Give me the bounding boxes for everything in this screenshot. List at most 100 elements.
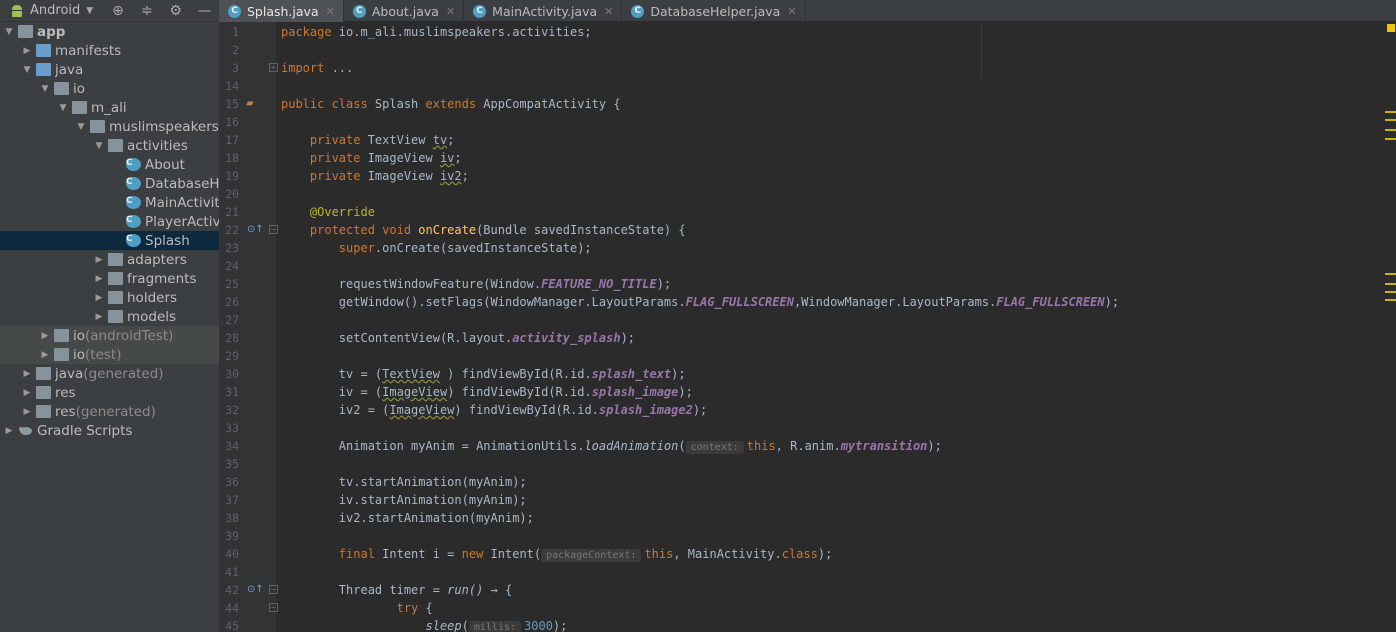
tree-node-manifests[interactable]: ▶ manifests bbox=[0, 41, 219, 60]
code-line[interactable]: iv = (ImageView) findViewById(R.id.splas… bbox=[281, 383, 693, 401]
code-line[interactable]: sleep(millis: 3000); bbox=[281, 617, 567, 632]
tree-node-java[interactable]: ▶ java (generated) bbox=[0, 364, 219, 383]
view-mode-dropdown[interactable]: Android ▼ bbox=[0, 0, 104, 22]
code-line[interactable]: requestWindowFeature(Window.FEATURE_NO_T… bbox=[281, 275, 671, 293]
warning-marker[interactable] bbox=[1385, 273, 1396, 275]
code-line[interactable]: setContentView(R.layout.activity_splash)… bbox=[281, 329, 635, 347]
collapse-arrow-icon[interactable]: ▶ bbox=[20, 402, 34, 421]
code-line[interactable]: try { bbox=[281, 599, 433, 617]
tree-node-app[interactable]: ▼ app bbox=[0, 22, 219, 41]
code-line[interactable]: package io.m_ali.muslimspeakers.activiti… bbox=[281, 23, 592, 41]
tree-node-splash[interactable]: C Splash bbox=[0, 231, 219, 250]
close-icon[interactable]: ✕ bbox=[326, 5, 335, 18]
collapse-arrow-icon[interactable]: ▶ bbox=[92, 250, 106, 269]
close-icon[interactable]: ✕ bbox=[787, 5, 796, 18]
code-line[interactable]: private TextView tv; bbox=[281, 131, 455, 149]
collapse-arrow-icon[interactable]: ▶ bbox=[92, 307, 106, 326]
expand-arrow-icon[interactable]: ▼ bbox=[20, 60, 34, 79]
code-line[interactable]: tv = (TextView ) findViewById(R.id.splas… bbox=[281, 365, 686, 383]
code-line[interactable]: protected void onCreate(Bundle savedInst… bbox=[281, 221, 686, 239]
tree-node-label: models bbox=[127, 308, 177, 325]
warning-marker[interactable] bbox=[1385, 119, 1396, 121]
collapse-arrow-icon[interactable]: ▶ bbox=[20, 383, 34, 402]
fold-expand-icon[interactable]: + bbox=[269, 63, 278, 72]
code-line[interactable]: Animation myAnim = AnimationUtils.loadAn… bbox=[281, 437, 942, 455]
android-icon[interactable]: ▰ bbox=[246, 95, 254, 113]
tree-node-mainactivit[interactable]: C MainActivit bbox=[0, 193, 219, 212]
warning-marker[interactable] bbox=[1385, 299, 1396, 301]
close-icon[interactable]: ✕ bbox=[604, 5, 613, 18]
tree-node-about[interactable]: C About bbox=[0, 155, 219, 174]
code-line[interactable]: private ImageView iv2; bbox=[281, 167, 469, 185]
fold-collapse-icon[interactable]: − bbox=[269, 225, 278, 234]
tab-about[interactable]: C About.java ✕ bbox=[344, 0, 465, 22]
override-icon[interactable]: ⊙↑ bbox=[247, 581, 264, 599]
line-number: 17 bbox=[225, 133, 239, 147]
tab-databasehelper[interactable]: C DatabaseHelper.java ✕ bbox=[622, 0, 806, 22]
minimize-icon[interactable]: — bbox=[190, 0, 219, 22]
expand-arrow-icon[interactable]: ▼ bbox=[74, 117, 88, 136]
code-line[interactable]: final Intent i = new Intent(packageConte… bbox=[281, 545, 832, 563]
collapse-arrow-icon[interactable]: ▶ bbox=[20, 41, 34, 60]
code-editor[interactable]: 1 2 3 +14 15 ▰ 16 17 18 19 20 21 22 ⊙↑ −23 24 25 26 27 28 29… bbox=[219, 22, 1396, 632]
override-icon[interactable]: ⊙↑ bbox=[247, 221, 264, 239]
fold-collapse-icon[interactable]: − bbox=[269, 603, 278, 612]
code-line[interactable]: iv2 = (ImageView) findViewById(R.id.spla… bbox=[281, 401, 707, 419]
tree-node-activities[interactable]: ▼ activities bbox=[0, 136, 219, 155]
code-line[interactable]: iv2.startAnimation(myAnim); bbox=[281, 509, 534, 527]
code-line[interactable]: Thread timer = run() → { bbox=[281, 581, 512, 599]
collapse-arrow-icon[interactable]: ▶ bbox=[92, 288, 106, 307]
tree-node-res[interactable]: ▶ res (generated) bbox=[0, 402, 219, 421]
tree-node-muslimspeakers[interactable]: ▼ muslimspeakers bbox=[0, 117, 219, 136]
collapse-arrow-icon[interactable]: ▶ bbox=[20, 364, 34, 383]
code-line[interactable]: private ImageView iv; bbox=[281, 149, 462, 167]
code-line[interactable]: @Override bbox=[281, 203, 375, 221]
tab-mainactivity[interactable]: C MainActivity.java ✕ bbox=[464, 0, 623, 22]
expand-arrow-icon[interactable]: ▼ bbox=[92, 136, 106, 155]
tree-node-sublabel: (test) bbox=[85, 346, 122, 363]
code-line[interactable]: import ... bbox=[281, 59, 353, 77]
package-icon bbox=[108, 253, 123, 266]
collapse-arrow-icon[interactable]: ▶ bbox=[38, 345, 52, 364]
error-stripe[interactable] bbox=[1384, 22, 1396, 632]
target-icon[interactable]: ⊕ bbox=[104, 0, 133, 22]
expand-arrow-icon[interactable]: ▼ bbox=[38, 79, 52, 98]
tree-node-adapters[interactable]: ▶ adapters bbox=[0, 250, 219, 269]
warning-marker[interactable] bbox=[1385, 129, 1396, 131]
collapse-icon[interactable]: ≑ bbox=[132, 0, 161, 22]
tree-node-fragments[interactable]: ▶ fragments bbox=[0, 269, 219, 288]
code-line[interactable]: iv.startAnimation(myAnim); bbox=[281, 491, 527, 509]
tab-splash[interactable]: C Splash.java ✕ bbox=[219, 0, 344, 22]
expand-arrow-icon[interactable]: ▼ bbox=[2, 22, 16, 41]
collapse-arrow-icon[interactable]: ▶ bbox=[38, 326, 52, 345]
code-line[interactable]: tv.startAnimation(myAnim); bbox=[281, 473, 527, 491]
tree-node-models[interactable]: ▶ models bbox=[0, 307, 219, 326]
tree-node-io[interactable]: ▶ io (androidTest) bbox=[0, 326, 219, 345]
collapse-arrow-icon[interactable]: ▶ bbox=[2, 421, 16, 440]
code-line[interactable]: public class Splash extends AppCompatAct… bbox=[281, 95, 621, 113]
tree-node-m_ali[interactable]: ▼ m_ali bbox=[0, 98, 219, 117]
close-icon[interactable]: ✕ bbox=[446, 5, 455, 18]
warning-marker[interactable] bbox=[1385, 283, 1396, 285]
line-number: 28 bbox=[225, 331, 239, 345]
code-line[interactable]: getWindow().setFlags(WindowManager.Layou… bbox=[281, 293, 1119, 311]
tree-node-label: DatabaseHe bbox=[145, 175, 219, 192]
inspection-status-icon[interactable] bbox=[1387, 24, 1395, 32]
tree-node-playeractivi[interactable]: C PlayerActivi bbox=[0, 212, 219, 231]
tree-node-gradle-scripts[interactable]: ▶ Gradle Scripts bbox=[0, 421, 219, 440]
warning-marker[interactable] bbox=[1385, 138, 1396, 140]
code-line[interactable]: super.onCreate(savedInstanceState); bbox=[281, 239, 592, 257]
tree-node-databasehe[interactable]: C DatabaseHe bbox=[0, 174, 219, 193]
warning-marker[interactable] bbox=[1385, 291, 1396, 293]
tree-node-java[interactable]: ▼ java bbox=[0, 60, 219, 79]
warning-marker[interactable] bbox=[1385, 111, 1396, 113]
gear-icon[interactable]: ⚙ bbox=[161, 0, 190, 22]
tree-node-io[interactable]: ▼ io bbox=[0, 79, 219, 98]
tree-node-holders[interactable]: ▶ holders bbox=[0, 288, 219, 307]
code-token: splash_text bbox=[591, 367, 672, 381]
tree-node-res[interactable]: ▶ res bbox=[0, 383, 219, 402]
tree-node-io[interactable]: ▶ io (test) bbox=[0, 345, 219, 364]
collapse-arrow-icon[interactable]: ▶ bbox=[92, 269, 106, 288]
expand-arrow-icon[interactable]: ▼ bbox=[56, 98, 70, 117]
fold-collapse-icon[interactable]: − bbox=[269, 585, 278, 594]
